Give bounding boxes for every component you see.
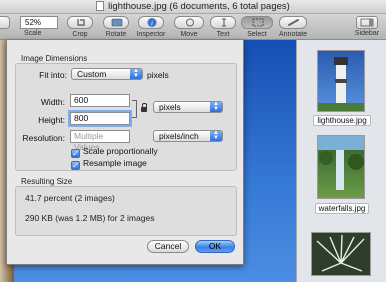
toolbar-crop[interactable]: Crop <box>66 16 94 38</box>
text-cursor-icon <box>210 16 236 29</box>
toolbar-select-label: Select <box>247 31 267 38</box>
toolbar-sidebar[interactable]: Sidebar <box>352 29 382 37</box>
toolbar-sidebar-label: Sidebar <box>354 30 380 37</box>
cancel-button[interactable]: Cancel <box>147 240 189 253</box>
checkmark-icon: ✓ <box>71 149 80 158</box>
toolbar-crop-label: Crop <box>72 31 88 38</box>
resulting-size-title: Resulting Size <box>21 177 73 186</box>
size-unit-value: pixels <box>159 102 181 112</box>
toolbar-text[interactable]: Text <box>208 16 238 38</box>
move-icon <box>174 16 204 29</box>
fit-into-value: Custom <box>77 69 107 79</box>
fit-into-popup[interactable]: Custom ▲ ▼ <box>71 68 143 80</box>
info-icon: i <box>138 16 164 29</box>
toolbar-scale[interactable]: Scale <box>24 29 42 37</box>
result-size: 290 KB (was 1.2 MB) for 2 images <box>25 213 155 223</box>
toolbar-move[interactable]: Move <box>172 16 206 38</box>
toolbar-rotate-label: Rotate <box>105 31 127 38</box>
toolbar: 52% Scale Crop Rotate i Inspector Move T… <box>0 14 386 40</box>
result-percent: 41.7 percent (2 images) <box>25 193 115 203</box>
image-size-dialog: Image Dimensions Fit into: Custom ▲ ▼ pix… <box>6 40 244 265</box>
toolbar-scale-label: Scale <box>24 30 42 37</box>
resolution-field[interactable]: Multiple Values <box>70 130 130 152</box>
proportion-bracket <box>132 100 137 118</box>
resample-image-checkbox[interactable]: ✓ Resample image <box>71 158 147 170</box>
scale-proportionally-label: Scale proportionally <box>83 146 158 156</box>
crop-icon <box>67 16 93 29</box>
select-icon <box>241 16 273 29</box>
fit-into-label: Fit into: <box>39 70 67 80</box>
width-field[interactable]: 600 <box>70 94 130 107</box>
window-title-text: lighthouse.jpg (6 documents, 6 total pag… <box>108 1 290 12</box>
resolution-label: Resolution: <box>22 133 65 143</box>
thumbnail-waterfalls[interactable] <box>317 135 365 199</box>
toolbar-annotate[interactable]: Annotate <box>276 16 310 38</box>
toolbar-move-label: Move <box>180 31 198 38</box>
window-titlebar: lighthouse.jpg (6 documents, 6 total pag… <box>0 0 386 14</box>
resolution-unit-value: pixels/inch <box>159 131 199 141</box>
ok-button[interactable]: OK <box>195 240 235 253</box>
scale-proportionally-checkbox[interactable]: ✓ Scale proportionally <box>71 146 158 158</box>
popup-arrows-icon: ▲ ▼ <box>210 101 222 112</box>
window-title: lighthouse.jpg (6 documents, 6 total pag… <box>0 1 386 12</box>
zoom-field[interactable]: 52% <box>20 16 58 29</box>
toolbar-annotate-label: Annotate <box>278 31 308 38</box>
toolbar-rotate[interactable]: Rotate <box>102 16 130 38</box>
previous-button[interactable] <box>0 16 10 29</box>
thumbnail-lighthouse[interactable] <box>317 50 365 112</box>
resolution-unit-popup[interactable]: pixels/inch ▲ ▼ <box>153 130 223 142</box>
height-field[interactable]: 800 <box>70 112 130 125</box>
thumbnail-label-waterfalls[interactable]: waterfalls.jpg <box>297 203 386 214</box>
height-label: Height: <box>38 115 65 125</box>
lock-icon[interactable] <box>141 103 147 112</box>
fit-into-unit: pixels <box>147 70 169 80</box>
toolbar-select[interactable]: Select <box>240 16 274 38</box>
popup-arrows-icon: ▲ ▼ <box>210 130 222 141</box>
checkmark-icon: ✓ <box>71 161 80 170</box>
resample-image-label: Resample image <box>83 158 147 168</box>
popup-arrows-icon: ▲ ▼ <box>130 68 142 79</box>
width-label: Width: <box>40 97 65 107</box>
image-dimensions-title: Image Dimensions <box>21 54 88 63</box>
thumbnail-sidebar: lighthouse.jpg waterfalls.jpg <box>296 40 386 282</box>
size-unit-popup[interactable]: pixels ▲ ▼ <box>153 101 223 113</box>
toolbar-text-label: Text <box>216 31 230 38</box>
thumbnail-label-lighthouse[interactable]: lighthouse.jpg <box>297 115 386 126</box>
document-icon <box>96 1 105 11</box>
sidebar-icon[interactable] <box>356 16 378 29</box>
toolbar-inspector-label: Inspector <box>136 31 166 38</box>
svg-text:i: i <box>151 20 153 28</box>
annotate-icon <box>279 16 307 29</box>
toolbar-inspector[interactable]: i Inspector <box>136 16 166 38</box>
rotate-icon <box>103 16 129 29</box>
thumbnail-plant[interactable] <box>311 232 371 276</box>
